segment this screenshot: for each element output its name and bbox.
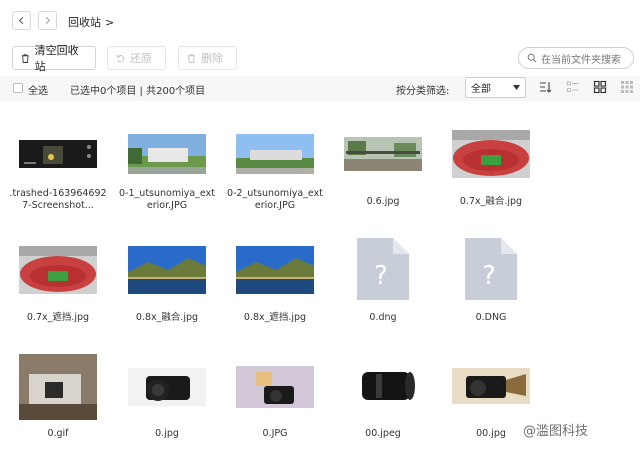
file-name: 0.8x_遮挡.jpg [243, 312, 307, 323]
file-item[interactable]: ? 0.dng [333, 236, 433, 346]
file-name: 0.7x_融合.jpg [459, 196, 523, 207]
file-name: 0.6.jpg [366, 196, 400, 207]
file-item[interactable]: 0.gif [8, 346, 108, 452]
chevron-left-icon [18, 16, 24, 25]
filter-label: 按分类筛选: [396, 86, 450, 97]
svg-text:?: ? [482, 261, 496, 291]
image-thumbnail [19, 246, 97, 294]
list-view-icon[interactable] [566, 80, 580, 94]
chevron-right-icon [45, 16, 51, 25]
restore-label: 还原 [130, 52, 152, 65]
file-name: 0-1_utsunomiya_exterior.JPG [119, 188, 215, 211]
restore-button[interactable]: 还原 [107, 46, 166, 70]
small-grid-view-icon[interactable] [620, 80, 634, 94]
image-thumbnail [19, 354, 97, 420]
file-name: 0.8x_融合.jpg [135, 312, 199, 323]
image-thumbnail [128, 368, 206, 406]
file-name: 00.jpeg [365, 428, 401, 439]
image-thumbnail [236, 246, 314, 294]
select-all-checkbox[interactable] [13, 83, 23, 93]
grid-view-icon[interactable] [593, 80, 607, 94]
filter-value: 全部 [471, 84, 491, 95]
file-item[interactable]: 0.7x_融合.jpg [441, 124, 541, 234]
selection-status: 已选中0个项目 | 共200个项目 [70, 86, 206, 97]
file-name: 0.dng [369, 312, 397, 323]
image-thumbnail [452, 130, 530, 178]
file-name: 0.JPG [262, 428, 288, 439]
file-item[interactable]: 0-2_utsunomiya_exterior.JPG [225, 124, 325, 234]
unknown-file-icon: ? [357, 238, 409, 300]
image-thumbnail [452, 368, 530, 404]
empty-recycle-bin-button[interactable]: 清空回收站 [12, 44, 96, 73]
forward-button[interactable] [38, 11, 57, 30]
empty-recycle-bin-label: 清空回收站 [34, 44, 79, 73]
select-all-label[interactable]: 全选 [28, 82, 48, 97]
file-name: 0.7x_遮挡.jpg [26, 312, 90, 323]
image-thumbnail [128, 134, 206, 174]
file-name: 0.DNG [475, 312, 507, 323]
file-item[interactable]: 0.6.jpg [333, 124, 433, 234]
search-icon [527, 53, 537, 63]
unknown-file-icon: ? [465, 238, 517, 300]
watermark-text: @滥图科技 [523, 424, 589, 439]
file-item[interactable]: 0.7x_遮挡.jpg [8, 236, 108, 346]
trash-icon [21, 53, 29, 63]
search-input[interactable]: 在当前文件夹搜索 [518, 47, 634, 69]
file-name: 0-2_utsunomiya_exterior.JPG [227, 188, 323, 211]
breadcrumb-current[interactable]: 回收站 [68, 14, 101, 30]
restore-icon [115, 54, 125, 62]
file-name: 0.jpg [155, 428, 179, 439]
file-item[interactable]: 0.8x_融合.jpg [117, 236, 217, 346]
image-thumbnail [19, 140, 97, 168]
image-thumbnail [344, 366, 422, 406]
back-button[interactable] [12, 11, 31, 30]
file-item[interactable]: ? 0.DNG [441, 236, 541, 346]
file-item[interactable]: 00.jpeg [333, 346, 433, 452]
image-thumbnail [236, 366, 314, 408]
file-item[interactable]: 0.8x_遮挡.jpg [225, 236, 325, 346]
image-thumbnail [344, 137, 422, 171]
trash-icon [187, 53, 196, 63]
breadcrumb-separator: > [105, 15, 115, 29]
breadcrumb: 回收站 > [68, 14, 114, 30]
sort-icon[interactable] [538, 80, 552, 94]
file-item[interactable]: 0.jpg [117, 346, 217, 452]
file-name: 0.gif [47, 428, 69, 439]
category-filter-select[interactable]: 全部 [465, 77, 526, 98]
file-item[interactable]: 0-1_utsunomiya_exterior.JPG [117, 124, 217, 234]
delete-button[interactable]: 删除 [178, 46, 237, 70]
file-item[interactable]: .trashed-1639646927-Screenshot... [8, 124, 108, 234]
image-thumbnail [236, 134, 314, 174]
caret-down-icon [513, 85, 520, 90]
file-name: .trashed-1639646927-Screenshot... [9, 188, 107, 211]
image-thumbnail [128, 246, 206, 294]
watermark: @滥图科技 [523, 420, 588, 439]
file-item[interactable]: 0.JPG [225, 346, 325, 452]
svg-text:?: ? [374, 261, 388, 291]
delete-label: 删除 [201, 52, 223, 65]
search-placeholder: 在当前文件夹搜索 [541, 54, 621, 66]
